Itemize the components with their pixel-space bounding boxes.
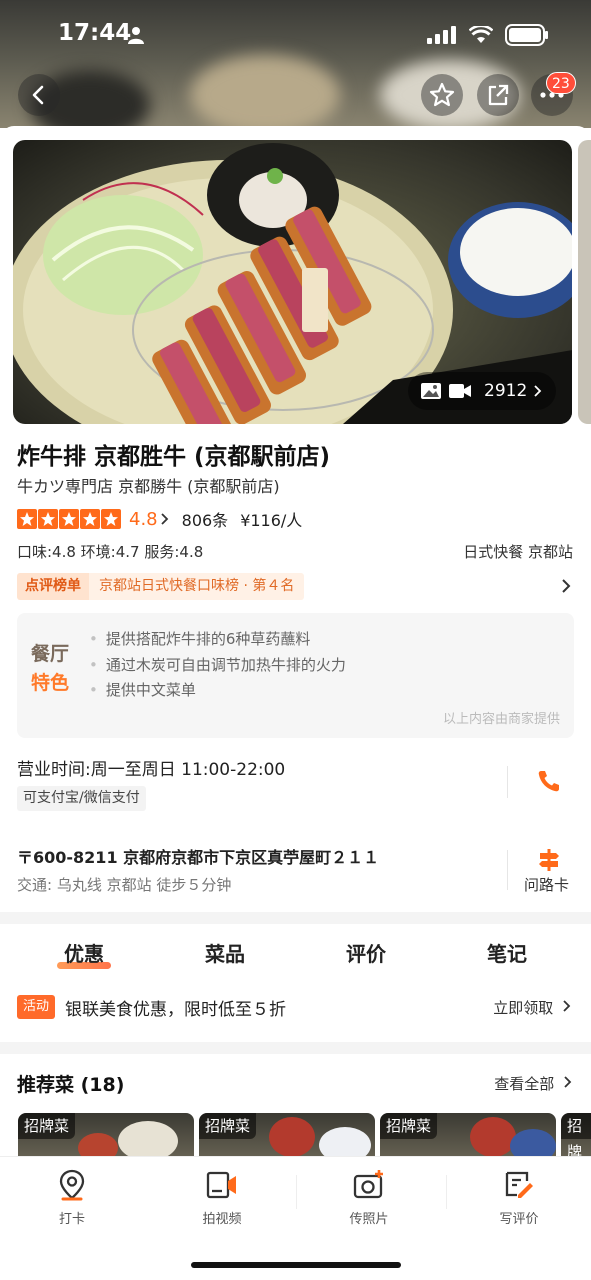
tab-dishes[interactable]: 菜品: [185, 938, 265, 967]
chevron-right-icon: [534, 385, 542, 397]
promo-text: 银联美食优惠，限时低至５折: [65, 1000, 286, 1020]
record-video-button[interactable]: 拍视频: [177, 1169, 267, 1227]
feature-item: 提供搭配炸牛排的6种草药蘸料: [89, 627, 346, 653]
promo-claim-label: 立即领取: [493, 999, 554, 1017]
section-tabs: 优惠 菜品 评价 笔记: [0, 938, 591, 974]
write-review-label: 写评价: [499, 1212, 539, 1227]
star-icon: [17, 509, 37, 529]
dish-tag: 招牌: [561, 1113, 591, 1161]
star-outline-icon: [429, 82, 455, 107]
home-indicator[interactable]: [191, 1262, 401, 1268]
video-camera-icon: [206, 1171, 236, 1199]
chevron-right-icon: [161, 513, 168, 525]
signpost-icon[interactable]: [537, 848, 561, 872]
business-hours: 营业时间:周一至周日 11:00-22:00: [17, 760, 286, 780]
dish-tag: 招牌菜: [380, 1113, 438, 1139]
divider: [507, 850, 508, 890]
average-price: ¥116/人: [240, 511, 303, 530]
restaurant-name: 炸牛排 京都胜牛 (京都駅前店): [17, 444, 331, 470]
features-tag: 餐厅 特色: [31, 639, 77, 695]
status-bar: 17:44: [0, 0, 591, 62]
back-button[interactable]: [18, 74, 60, 116]
video-icon: [449, 384, 471, 398]
divider: [296, 1175, 297, 1209]
cuisine-area[interactable]: 日式快餐 京都站: [463, 541, 573, 562]
edit-review-icon: [505, 1171, 533, 1198]
features-tag-line2: 特色: [31, 672, 70, 694]
chevron-right-icon[interactable]: [560, 578, 572, 594]
star-rating: [17, 509, 121, 529]
rating-score: 4.8: [129, 508, 158, 530]
checkin-button[interactable]: 打卡: [27, 1169, 117, 1227]
location-pin-icon: [59, 1169, 85, 1201]
restaurant-original-name: 牛カツ専門店 京都勝牛 (京都駅前店): [17, 477, 280, 496]
write-review-button[interactable]: 写评价: [474, 1169, 564, 1227]
status-time: 17:44: [58, 20, 132, 46]
review-count: 806条: [181, 511, 229, 530]
sub-scores: 口味:4.8 环境:4.7 服务:4.8: [17, 543, 204, 561]
battery-icon: [505, 24, 548, 46]
favorite-button[interactable]: [421, 74, 463, 116]
restaurant-features: 餐厅 特色 提供搭配炸牛排的6种草药蘸料 通过木炭可自由调节加热牛排的火力 提供…: [17, 613, 574, 738]
view-all-label: 查看全部: [494, 1075, 555, 1093]
person-icon: [128, 27, 144, 44]
checkin-label: 打卡: [58, 1212, 85, 1227]
dish-tag: 招牌菜: [18, 1113, 76, 1139]
phone-icon[interactable]: [536, 768, 562, 794]
chevron-left-icon: [32, 85, 44, 105]
view-all-link[interactable]: 查看全部: [494, 1073, 573, 1094]
camera-add-icon: [353, 1170, 383, 1199]
ranking-label: 点评榜单: [17, 573, 89, 600]
status-indicators: [427, 24, 549, 46]
tab-reviews[interactable]: 评价: [326, 938, 406, 967]
wifi-icon: [469, 26, 493, 43]
divider: [507, 766, 508, 798]
recommended-title: 推荐菜 (18): [17, 1074, 125, 1096]
star-icon: [38, 509, 58, 529]
address[interactable]: 〒600-8211 京都府京都市下京区真苧屋町２１１: [17, 844, 379, 868]
features-tag-line1: 餐厅: [31, 643, 70, 665]
share-button[interactable]: [477, 74, 519, 116]
divider: [446, 1175, 447, 1209]
record-video-label: 拍视频: [202, 1212, 242, 1227]
star-icon: [59, 509, 79, 529]
upload-photo-label: 传照片: [349, 1212, 389, 1227]
transit-info: 交通: 乌丸线 京都站 徒步５分钟: [17, 876, 232, 894]
next-photo-peek[interactable]: [578, 140, 591, 424]
payment-tag: 可支付宝/微信支付: [17, 786, 146, 811]
notification-badge: 23: [546, 72, 576, 94]
rating-row[interactable]: 4.8 806条 ¥116/人: [17, 507, 302, 531]
star-icon: [101, 509, 121, 529]
promo-claim-link[interactable]: 立即领取: [493, 997, 572, 1018]
image-icon: [421, 383, 441, 399]
dish-tag: 招牌菜: [199, 1113, 257, 1139]
chevron-right-icon: [564, 1076, 572, 1088]
star-icon: [80, 509, 100, 529]
upload-photo-button[interactable]: 传照片: [324, 1169, 414, 1227]
media-count: 2912: [484, 381, 528, 401]
promo-tag: 活动: [17, 995, 56, 1019]
tab-offers[interactable]: 优惠: [44, 938, 124, 967]
promo-row[interactable]: 活动 银联美食优惠，限时低至５折 立即领取: [17, 993, 574, 1021]
tab-notes[interactable]: 笔记: [467, 938, 547, 967]
chevron-right-icon: [563, 1000, 571, 1012]
share-icon: [488, 84, 509, 106]
signal-icon: [427, 26, 456, 44]
features-list: 提供搭配炸牛排的6种草药蘸料 通过木炭可自由调节加热牛排的火力 提供中文菜单: [89, 627, 346, 704]
feature-item: 通过木炭可自由调节加热牛排的火力: [89, 653, 346, 679]
section-separator: [0, 1042, 591, 1054]
ranking-banner[interactable]: 点评榜单 京都站日式快餐口味榜 · 第４名: [17, 573, 305, 600]
section-separator: [0, 912, 591, 924]
media-count-pill[interactable]: 2912: [408, 372, 556, 410]
feature-item: 提供中文菜单: [89, 678, 346, 704]
features-source-note: 以上内容由商家提供: [442, 712, 560, 727]
route-card-label[interactable]: 问路卡: [524, 874, 569, 895]
ranking-text: 京都站日式快餐口味榜 · 第４名: [89, 573, 305, 600]
